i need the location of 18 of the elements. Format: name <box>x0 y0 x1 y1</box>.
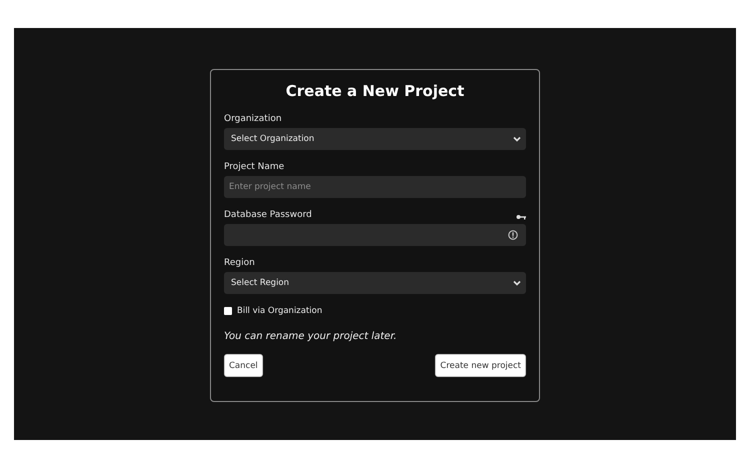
create-project-button[interactable]: Create new project <box>435 354 526 377</box>
password-input-field[interactable] <box>224 224 526 246</box>
field-label: Database Password <box>224 210 312 220</box>
hint-text: You can rename your project later. <box>224 331 398 342</box>
field-label: Organization <box>224 114 282 124</box>
field-label: Project Name <box>224 162 284 172</box>
select-dropdown[interactable]: Select Region <box>224 272 526 294</box>
cancel-button[interactable]: Cancel <box>224 354 263 377</box>
key-icon <box>516 214 526 220</box>
info-icon <box>508 230 518 240</box>
chevron-down-icon <box>513 280 521 286</box>
dialog-title: Create a New Project <box>284 82 466 100</box>
checkbox-label: Bill via Organization <box>237 306 322 316</box>
chevron-down-icon <box>513 136 521 142</box>
select-dropdown[interactable]: Select Organization <box>224 128 526 150</box>
text-input-field[interactable]: Enter project name <box>224 176 526 198</box>
field-label: Region <box>224 258 255 268</box>
checkbox[interactable] <box>224 307 232 315</box>
